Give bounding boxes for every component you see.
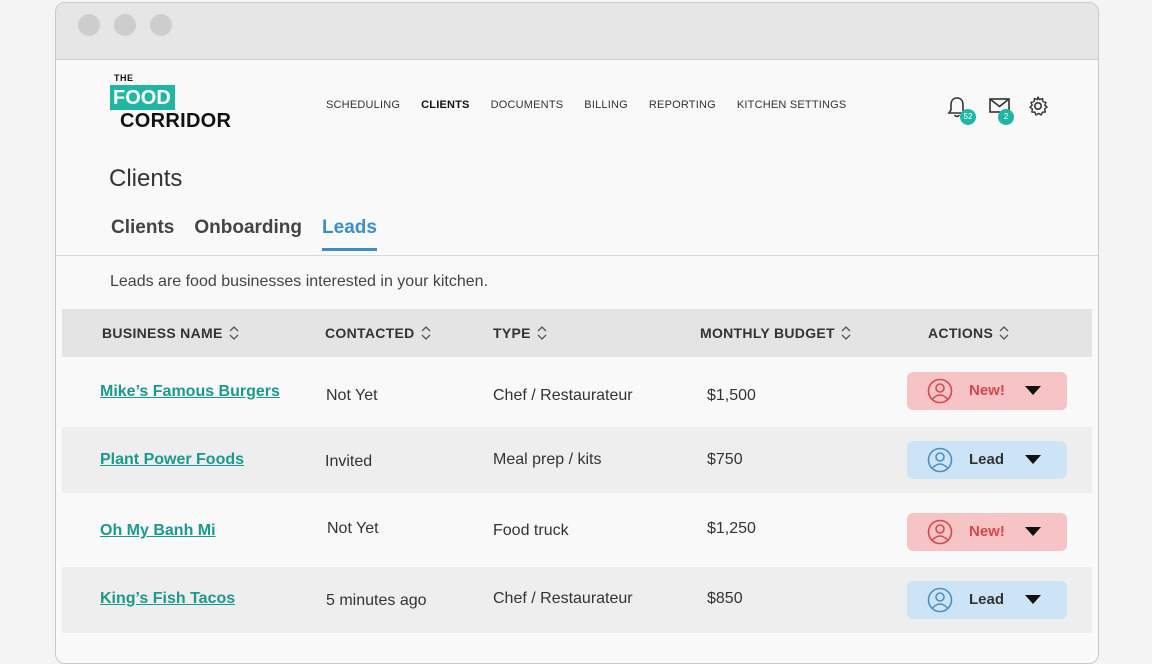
tab-onboarding[interactable]: Onboarding (194, 217, 302, 251)
tab-divider (56, 255, 1098, 256)
top-navigation: SCHEDULING CLIENTS DOCUMENTS BILLING REP… (326, 99, 846, 111)
user-avatar-icon (927, 519, 953, 545)
logo-food: FOOD (110, 85, 175, 110)
column-header-label: MONTHLY BUDGET (700, 325, 835, 341)
contacted-cell: Not Yet (326, 387, 378, 404)
logo-corridor: CORRIDOR (120, 110, 232, 132)
nav-reporting[interactable]: REPORTING (649, 99, 716, 111)
budget-cell: $850 (707, 590, 743, 607)
status-label: New! (969, 382, 1005, 399)
type-cell: Chef / Restaurateur (493, 590, 633, 607)
sort-icon (999, 326, 1009, 340)
type-cell: Food truck (493, 522, 569, 539)
header-icons: 52 2 (946, 95, 1066, 131)
nav-clients[interactable]: CLIENTS (421, 99, 469, 111)
nav-kitchen-settings[interactable]: KITCHEN SETTINGS (737, 99, 847, 111)
table-header: BUSINESS NAME CONTACTED TYPE MONTHLY BUD… (62, 309, 1092, 357)
contacted-cell: 5 minutes ago (326, 592, 427, 609)
tab-clients[interactable]: Clients (111, 217, 174, 251)
user-avatar-icon (927, 378, 953, 404)
column-header-label: ACTIONS (928, 325, 994, 341)
column-header-monthly-budget[interactable]: MONTHLY BUDGET (700, 325, 851, 341)
status-dropdown-new[interactable]: New! (907, 513, 1067, 551)
table-row: Oh My Banh Mi Not Yet Food truck $1,250 … (62, 493, 1092, 567)
contacted-cell: Invited (325, 453, 373, 470)
notifications-button[interactable]: 52 (946, 95, 976, 125)
nav-billing[interactable]: BILLING (584, 99, 628, 111)
user-avatar-icon (927, 587, 953, 613)
budget-cell: $1,250 (707, 520, 756, 537)
status-label: Lead (969, 451, 1005, 468)
status-dropdown-lead[interactable]: Lead (907, 581, 1067, 619)
sort-icon (537, 326, 547, 340)
gear-icon (1029, 96, 1048, 116)
window-control-maximize[interactable] (150, 14, 172, 36)
type-cell: Meal prep / kits (493, 451, 602, 468)
type-cell: Chef / Restaurateur (493, 387, 633, 404)
window-titlebar (56, 3, 1098, 60)
nav-documents[interactable]: DOCUMENTS (491, 99, 564, 111)
budget-cell: $1,500 (707, 387, 756, 404)
messages-count-badge: 2 (998, 109, 1014, 125)
table-row: Plant Power Foods Invited Meal prep / ki… (62, 427, 1092, 493)
business-name-link[interactable]: King’s Fish Tacos (100, 590, 235, 608)
notifications-count-badge: 52 (960, 109, 976, 125)
sort-icon (841, 326, 851, 340)
column-header-label: BUSINESS NAME (102, 325, 223, 341)
caret-down-icon (1025, 386, 1041, 395)
page-title: Clients (109, 165, 183, 192)
sort-icon (229, 326, 239, 340)
contacted-cell: Not Yet (327, 520, 379, 537)
settings-button[interactable] (1027, 95, 1049, 122)
client-tabs: Clients Onboarding Leads (111, 217, 377, 251)
status-label: New! (969, 523, 1005, 540)
browser-window: THE FOOD CORRIDOR SCHEDULING CLIENTS DOC… (55, 2, 1099, 664)
sort-icon (421, 326, 431, 340)
column-header-business-name[interactable]: BUSINESS NAME (102, 325, 239, 341)
window-control-minimize[interactable] (114, 14, 136, 36)
column-header-contacted[interactable]: CONTACTED (325, 325, 431, 341)
column-header-type[interactable]: TYPE (493, 325, 547, 341)
business-name-link[interactable]: Oh My Banh Mi (100, 522, 216, 540)
caret-down-icon (1025, 455, 1041, 464)
leads-description: Leads are food businesses interested in … (110, 273, 489, 290)
food-corridor-logo[interactable]: THE FOOD CORRIDOR (110, 71, 240, 135)
status-dropdown-lead[interactable]: Lead (907, 441, 1067, 479)
tab-leads[interactable]: Leads (322, 217, 377, 251)
column-header-label: TYPE (493, 325, 531, 341)
budget-cell: $750 (707, 451, 743, 468)
window-control-close[interactable] (78, 14, 100, 36)
business-name-link[interactable]: Mike’s Famous Burgers (100, 383, 280, 401)
caret-down-icon (1025, 527, 1041, 536)
leads-table: BUSINESS NAME CONTACTED TYPE MONTHLY BUD… (62, 309, 1092, 633)
business-name-link[interactable]: Plant Power Foods (100, 451, 244, 469)
messages-button[interactable]: 2 (988, 95, 1014, 125)
status-label: Lead (969, 591, 1005, 608)
caret-down-icon (1025, 595, 1041, 604)
logo-the: THE (114, 73, 134, 83)
column-header-actions[interactable]: ACTIONS (928, 325, 1009, 341)
table-row: King’s Fish Tacos 5 minutes ago Chef / R… (62, 567, 1092, 633)
status-dropdown-new[interactable]: New! (907, 372, 1067, 410)
nav-scheduling[interactable]: SCHEDULING (326, 99, 400, 111)
user-avatar-icon (927, 447, 953, 473)
column-header-label: CONTACTED (325, 325, 415, 341)
table-row: Mike’s Famous Burgers Not Yet Chef / Res… (62, 357, 1092, 427)
